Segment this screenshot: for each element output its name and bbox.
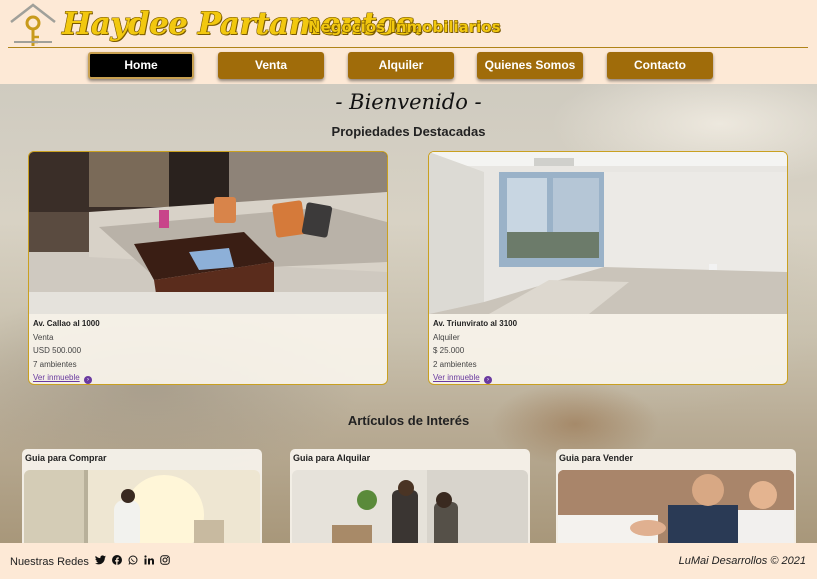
brand-tagline: Negocios Inmobiliarios	[308, 18, 501, 36]
instagram-icon[interactable]	[160, 555, 170, 568]
property-operation-type: Alquiler	[433, 332, 460, 342]
view-property-link[interactable]: Ver inmueble	[433, 373, 480, 382]
article-photo-vender[interactable]	[558, 470, 794, 543]
property-card-callao[interactable]: Av. Callao al 1000 Venta USD 500.000 7 a…	[28, 151, 388, 385]
nav-quienes-somos-button[interactable]: Quienes Somos	[477, 52, 583, 79]
property-info: Av. Callao al 1000 Venta USD 500.000 7 a…	[29, 314, 387, 384]
nav-contacto-button[interactable]: Contacto	[607, 52, 713, 79]
site-footer: Nuestras Redes LuMai Desarrollos © 2021	[0, 543, 817, 579]
site-header: Haydee Partamentos. Negocios Inmobiliari…	[0, 0, 817, 84]
welcome-heading: - Bienvenido -	[335, 90, 482, 114]
article-title: Guia para Comprar	[25, 453, 107, 463]
property-address: Av. Callao al 1000	[33, 319, 100, 328]
articles-heading: Artículos de Interés	[347, 413, 470, 428]
article-title: Guia para Vender	[559, 453, 634, 463]
nav-home-button[interactable]: Home	[88, 52, 194, 79]
article-card-vender[interactable]: Guia para Vender	[556, 449, 796, 543]
twitter-icon[interactable]	[94, 555, 106, 568]
property-rooms: 7 ambientes	[33, 359, 77, 369]
facebook-icon[interactable]	[112, 555, 122, 568]
nav-venta-button[interactable]: Venta	[218, 52, 324, 79]
social-links: Nuestras Redes	[10, 555, 173, 568]
article-photo-comprar[interactable]	[24, 470, 260, 543]
social-icons	[94, 555, 173, 568]
property-link-wrap: Ver inmueble ›	[433, 371, 783, 384]
social-label: Nuestras Redes	[10, 556, 89, 568]
main-nav: Home Venta Alquiler Quienes Somos Contac…	[0, 52, 817, 80]
main-content: - Bienvenido - Propiedades Destacadas Av…	[0, 84, 817, 543]
property-price: USD 500.000	[33, 346, 82, 355]
whatsapp-icon[interactable]	[128, 555, 138, 568]
property-operation-type: Venta	[33, 332, 54, 342]
article-card-comprar[interactable]: Guia para Comprar	[22, 449, 262, 543]
header-divider	[8, 47, 808, 48]
article-title: Guia para Alquilar	[293, 453, 371, 463]
linkedin-icon[interactable]	[144, 555, 155, 568]
property-link-wrap: Ver inmueble ›	[33, 371, 383, 384]
property-price: $ 25.000	[433, 346, 465, 355]
property-address: Av. Triunvirato al 3100	[433, 319, 518, 328]
nav-alquiler-button[interactable]: Alquiler	[348, 52, 454, 79]
view-property-link[interactable]: Ver inmueble	[33, 373, 80, 382]
property-photo-living-room[interactable]	[29, 152, 387, 314]
arrow-right-circle-icon[interactable]: ›	[83, 376, 92, 384]
property-photo-empty-room[interactable]	[429, 152, 787, 314]
house-key-logo-icon[interactable]	[8, 2, 58, 48]
property-card-triunvirato[interactable]: Av. Triunvirato al 3100 Alquiler $ 25.00…	[428, 151, 788, 385]
article-card-alquilar[interactable]: Guia para Alquilar	[290, 449, 530, 543]
article-photo-alquilar[interactable]	[292, 470, 528, 543]
featured-properties-heading: Propiedades Destacadas	[331, 124, 486, 139]
property-info: Av. Triunvirato al 3100 Alquiler $ 25.00…	[429, 314, 787, 384]
property-rooms: 2 ambientes	[433, 359, 477, 369]
arrow-right-circle-icon[interactable]: ›	[483, 376, 492, 384]
copyright-text: LuMai Desarrollos © 2021	[678, 555, 806, 567]
